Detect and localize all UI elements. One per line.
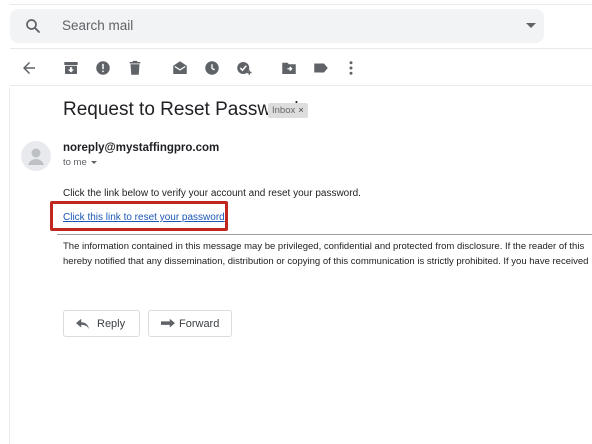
remove-label-icon[interactable]: × <box>298 105 304 116</box>
mark-unread-icon[interactable] <box>171 59 189 77</box>
recipient-details-chevron-down-icon[interactable] <box>91 161 97 164</box>
forward-label: Forward <box>179 318 220 330</box>
snooze-icon[interactable] <box>203 59 221 77</box>
forward-icon <box>161 318 175 328</box>
signature-divider <box>57 234 592 235</box>
inbox-label-text: Inbox <box>272 105 296 116</box>
forward-button[interactable]: Forward <box>148 310 232 337</box>
search-input[interactable]: Search mail <box>62 18 133 33</box>
toolbar-divider <box>10 85 592 86</box>
reset-password-link[interactable]: Click this link to reset your password <box>63 212 225 223</box>
disclaimer-line-2: hereby notified that any dissemination, … <box>63 256 589 267</box>
left-pane-divider <box>9 88 10 444</box>
reply-button[interactable]: Reply <box>63 310 140 337</box>
inbox-label-chip[interactable]: Inbox × <box>268 103 308 118</box>
more-options-icon[interactable] <box>342 59 360 77</box>
archive-icon[interactable] <box>62 59 80 77</box>
move-to-icon[interactable] <box>280 59 298 77</box>
top-divider <box>10 4 592 5</box>
sender-address: noreply@mystaffingpro.com <box>63 142 220 154</box>
search-divider <box>10 48 592 49</box>
reply-label: Reply <box>97 318 126 330</box>
email-body-text: Click the link below to verify your acco… <box>63 188 361 199</box>
search-options-dropdown-icon[interactable] <box>526 23 536 28</box>
disclaimer-line-1: The information contained in this messag… <box>63 241 585 252</box>
reply-icon <box>76 318 90 330</box>
back-arrow-icon[interactable] <box>20 59 38 77</box>
search-bar[interactable]: Search mail <box>10 9 544 43</box>
add-to-tasks-icon[interactable] <box>235 59 253 77</box>
email-subject: Request to Reset Password <box>63 99 299 120</box>
avatar[interactable] <box>21 141 51 171</box>
search-icon[interactable] <box>24 17 42 35</box>
report-spam-icon[interactable] <box>94 59 112 77</box>
delete-icon[interactable] <box>126 59 144 77</box>
labels-icon[interactable] <box>312 59 330 77</box>
recipient-line[interactable]: to me <box>63 157 87 168</box>
